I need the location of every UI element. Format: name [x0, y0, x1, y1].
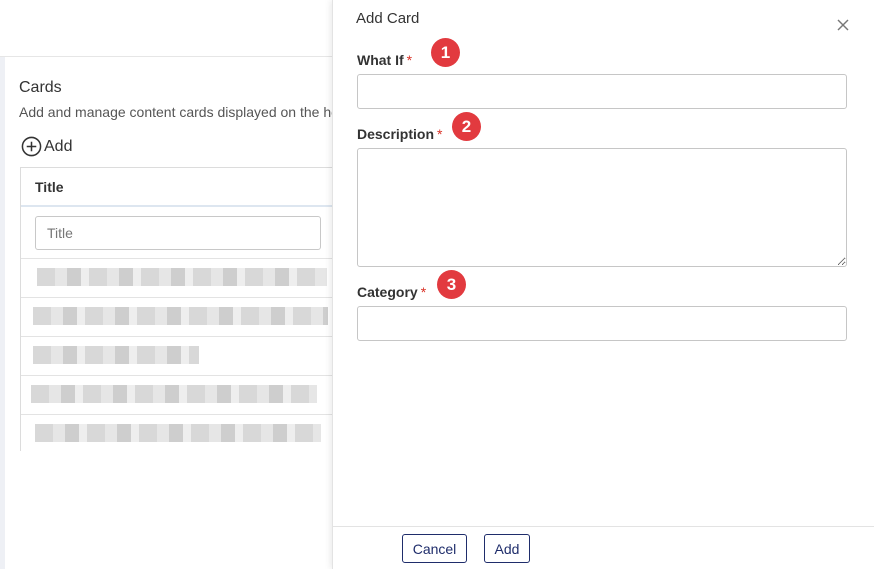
redacted-text: [35, 424, 321, 442]
filter-row: [21, 207, 335, 259]
cards-table: Title: [20, 167, 335, 451]
cancel-button[interactable]: Cancel: [402, 534, 467, 563]
close-icon[interactable]: [835, 17, 851, 33]
description-label: Description *: [357, 126, 442, 142]
add-card-label: Add: [44, 137, 73, 155]
description-textarea[interactable]: [357, 148, 847, 267]
table-row[interactable]: [21, 298, 335, 337]
redacted-text: [33, 307, 328, 325]
step-marker-1: 1: [431, 38, 460, 67]
table-row[interactable]: [21, 259, 335, 298]
page-subtitle: Add and manage content cards displayed o…: [19, 104, 335, 120]
redacted-text: [33, 346, 199, 364]
redacted-text: [37, 268, 327, 286]
what-if-label-text: What If: [357, 52, 404, 68]
required-marker: *: [406, 52, 413, 68]
required-marker: *: [420, 284, 427, 300]
step-marker-2: 2: [452, 112, 481, 141]
drawer-title: Add Card: [356, 10, 420, 27]
table-row[interactable]: [21, 376, 335, 415]
description-label-text: Description: [357, 126, 435, 142]
step-marker-3: 3: [437, 270, 466, 299]
table-row[interactable]: [21, 415, 335, 454]
add-card-button[interactable]: Add: [21, 136, 72, 157]
redacted-text: [31, 385, 317, 403]
category-label-text: Category: [357, 284, 418, 300]
add-button[interactable]: Add: [484, 534, 530, 563]
add-card-drawer: Add Card What If * 1 Description * 2 Categ…: [332, 0, 874, 569]
plus-circle-icon: [21, 136, 42, 157]
table-row[interactable]: [21, 337, 335, 376]
category-input[interactable]: [357, 306, 847, 341]
page-title: Cards: [19, 79, 62, 96]
title-filter-input[interactable]: [35, 216, 321, 250]
what-if-input[interactable]: [357, 74, 847, 109]
required-marker: *: [437, 126, 443, 142]
column-header-title[interactable]: Title: [21, 168, 335, 207]
category-label: Category *: [357, 284, 426, 300]
what-if-label: What If *: [357, 52, 412, 68]
